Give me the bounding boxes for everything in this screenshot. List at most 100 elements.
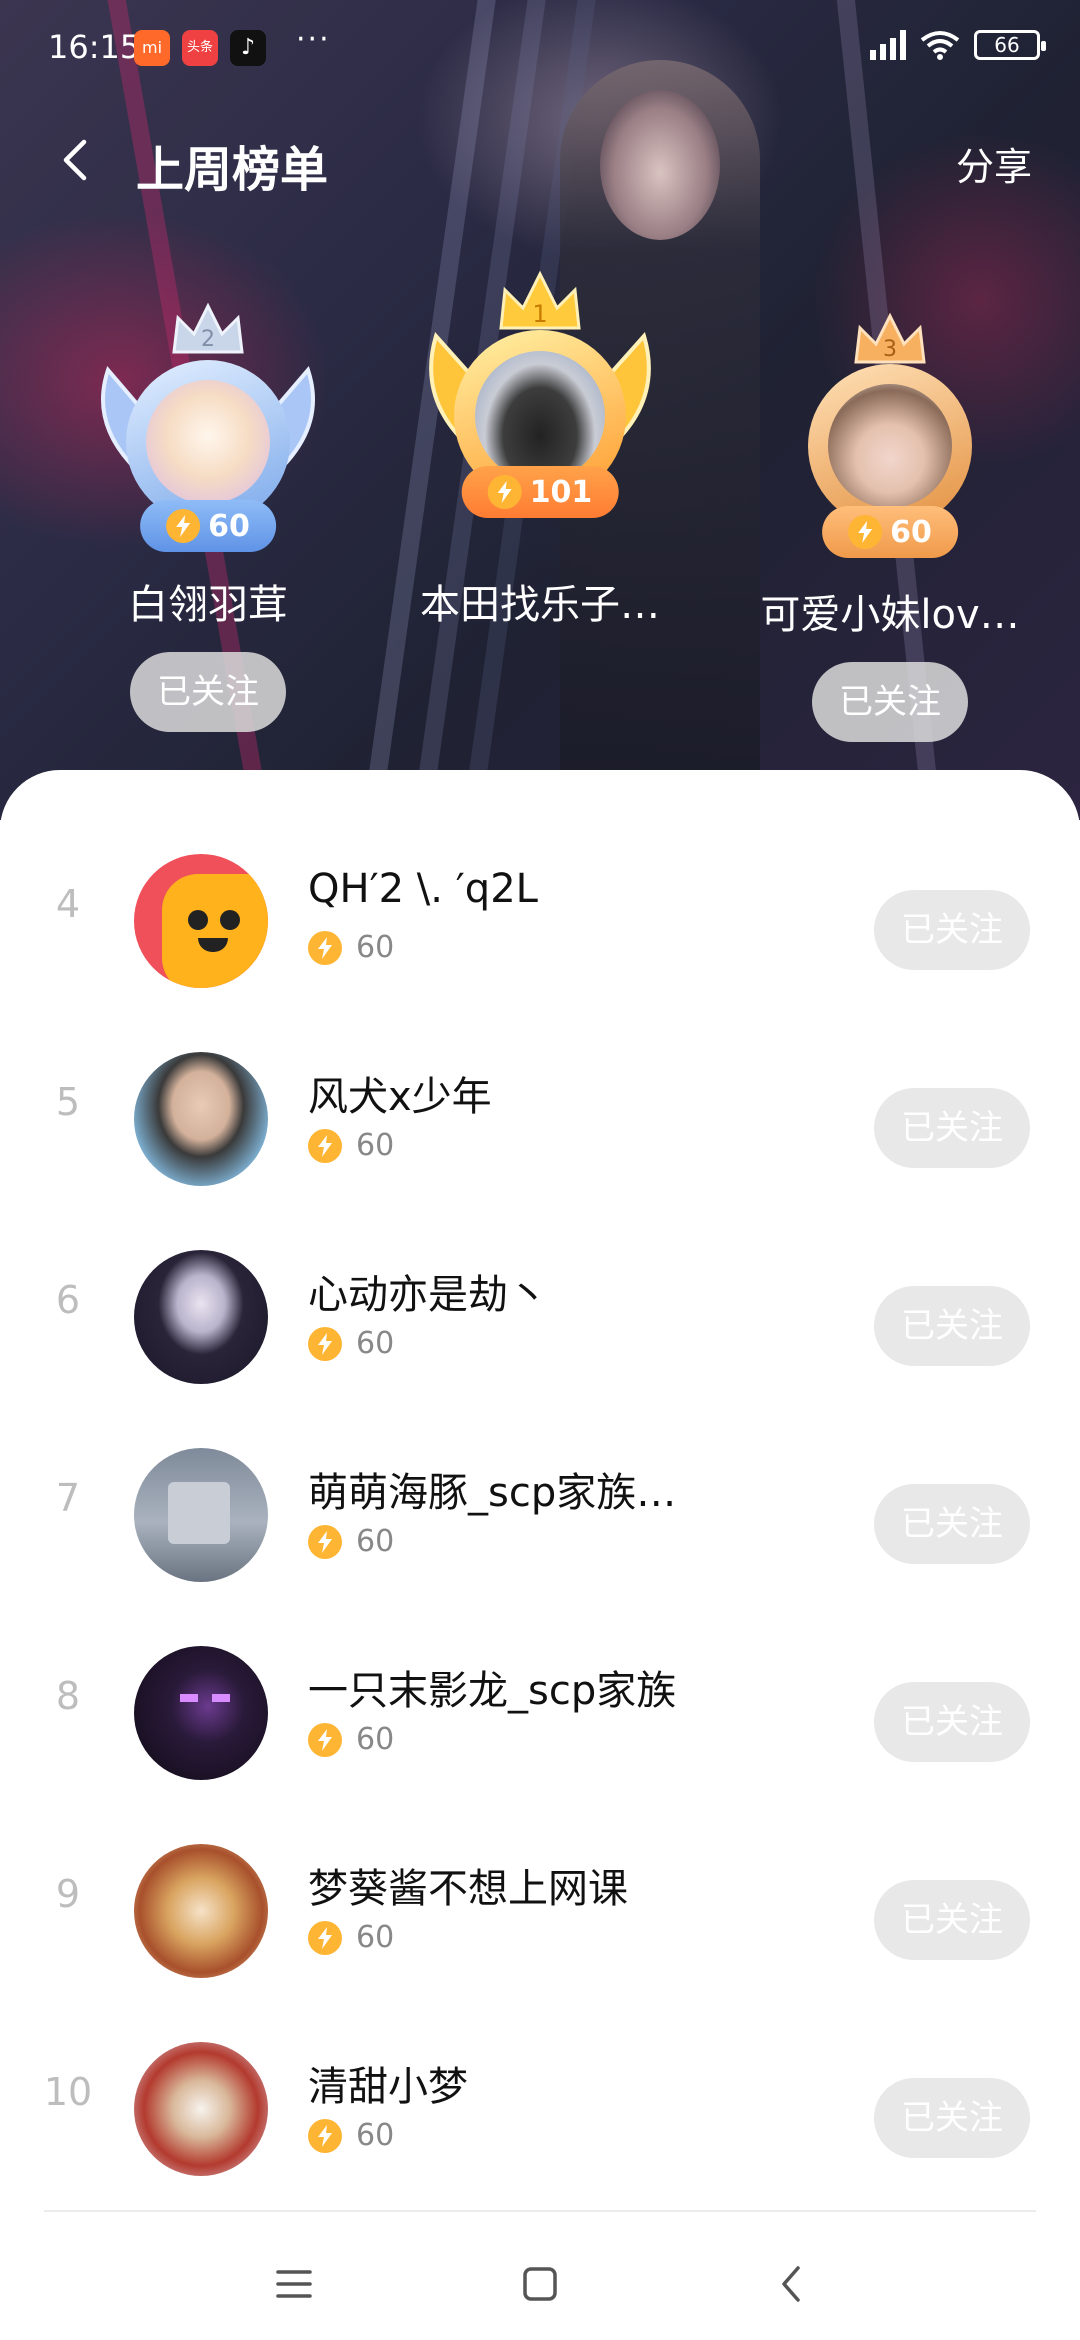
system-navigation-bar [0,2230,1080,2340]
list-item[interactable]: 7 萌萌海豚_scp家族… 60 已关注 [0,1404,1080,1602]
score-value: 60 [208,508,250,544]
signal-icon [870,30,906,60]
avatar[interactable] [134,1052,268,1186]
ranking-list: 4 QH′2 \. ′q2L 60 已关注 5 风犬x少年 60 已关注 6 心… [0,770,1080,2220]
status-time: 16:15 [48,28,141,66]
list-item[interactable]: 6 心动亦是劫丶 60 已关注 [0,1206,1080,1404]
lightning-icon [308,1524,342,1559]
podium-third: 3 60 可爱小妹lov… 已关注 [760,310,1020,742]
lightning-icon [166,509,201,543]
rank-number: 4 [55,882,81,926]
rank-badge-first[interactable]: 1 101 [420,270,660,530]
score-value: 60 [356,1920,395,1955]
podium-name: 白翎羽茸 [128,582,288,628]
followed-button[interactable]: 已关注 [874,1682,1030,1762]
avatar[interactable] [134,854,268,988]
podium-second: 2 60 白翎羽茸 已关注 [78,300,338,732]
score-value: 60 [890,514,932,550]
avatar[interactable] [134,1646,268,1780]
rank-badge-third[interactable]: 3 60 [770,310,1010,560]
rank-number: 7 [55,1476,81,1520]
svg-text:2: 2 [201,327,215,352]
rank-number: 8 [55,1674,81,1718]
menu-icon[interactable] [274,2264,314,2304]
avatar [475,351,605,481]
page-title: 上周榜单 [136,142,329,198]
rank-number: 10 [43,2070,93,2114]
list-item[interactable]: 4 QH′2 \. ′q2L 60 已关注 [0,810,1080,1008]
svg-text:3: 3 [883,337,897,362]
podium-first: 1 101 本田找乐子… [420,270,660,630]
divider [44,2210,1036,2212]
user-name: 梦葵酱不想上网课 [308,1866,628,1912]
list-item[interactable]: 9 梦葵酱不想上网课 60 已关注 [0,1800,1080,1998]
user-name: 心动亦是劫丶 [308,1272,548,1318]
back-icon[interactable] [772,2264,812,2304]
score: 60 [308,930,394,965]
score-value: 60 [356,1128,395,1163]
home-icon[interactable] [520,2264,560,2304]
more-notifications-icon: ··· [296,22,331,57]
score-value: 60 [356,930,395,965]
back-arrow-icon[interactable] [56,138,96,182]
score-value: 60 [356,2118,395,2153]
score: 60 [308,1326,394,1361]
avatar[interactable] [134,1250,268,1384]
followed-button[interactable]: 已关注 [874,2078,1030,2158]
lightning-icon [308,930,342,965]
user-name: 一只末影龙_scp家族 [308,1668,677,1714]
lightning-icon [308,1128,342,1163]
lightning-icon [308,2118,342,2153]
user-name: 萌萌海豚_scp家族… [308,1470,677,1516]
battery-icon: 66 [974,30,1046,60]
toutiao-icon: 头条 [182,30,218,66]
lightning-icon [308,1326,342,1361]
score: 60 [308,2118,394,2153]
score: 60 [308,1722,394,1757]
top-nav: 上周榜单 分享 [0,110,1080,210]
score-ribbon: 60 [140,500,276,552]
followed-button[interactable]: 已关注 [874,1286,1030,1366]
podium-name: 可爱小妹lov… [760,592,1020,638]
score: 60 [308,1920,394,1955]
wifi-icon [920,31,960,60]
score-value: 101 [529,474,593,510]
avatar[interactable] [134,1844,268,1978]
lightning-icon [487,475,522,509]
rank-number: 6 [55,1278,81,1322]
score-ribbon: 101 [461,466,619,518]
xiaomi-store-icon: mi [134,30,170,66]
score-value: 60 [356,1326,395,1361]
lightning-icon [848,515,883,549]
list-item[interactable]: 5 风犬x少年 60 已关注 [0,1008,1080,1206]
rank-number: 9 [55,1872,81,1916]
douyin-icon: ♪ [230,30,266,66]
lightning-icon [308,1920,342,1955]
followed-button[interactable]: 已关注 [874,1088,1030,1168]
user-name: 清甜小梦 [308,2064,468,2110]
avatar[interactable] [134,2042,268,2176]
followed-button[interactable]: 已关注 [130,652,286,732]
avatar [828,384,952,508]
followed-button[interactable]: 已关注 [874,1484,1030,1564]
avatar[interactable] [134,1448,268,1582]
share-button[interactable]: 分享 [956,136,1032,191]
podium-name: 本田找乐子… [420,582,660,628]
status-bar: 16:15 mi 头条 ♪ ··· 66 [0,0,1080,100]
rank-badge-second[interactable]: 2 60 [88,300,328,560]
list-item[interactable]: 8 一只末影龙_scp家族 60 已关注 [0,1602,1080,1800]
bronze-crown-icon: 3 [854,312,926,364]
score: 60 [308,1128,394,1163]
score: 60 [308,1524,394,1559]
followed-button[interactable]: 已关注 [874,890,1030,970]
rank-number: 5 [55,1080,81,1124]
lightning-icon [308,1722,342,1757]
avatar [146,380,270,504]
list-item[interactable]: 10 清甜小梦 60 已关注 [0,1998,1080,2196]
followed-button[interactable]: 已关注 [874,1880,1030,1960]
score-value: 60 [356,1722,395,1757]
user-name: QH′2 \. ′q2L [308,866,538,912]
followed-button[interactable]: 已关注 [812,662,968,742]
user-name: 风犬x少年 [308,1074,492,1120]
score-value: 60 [356,1524,395,1559]
